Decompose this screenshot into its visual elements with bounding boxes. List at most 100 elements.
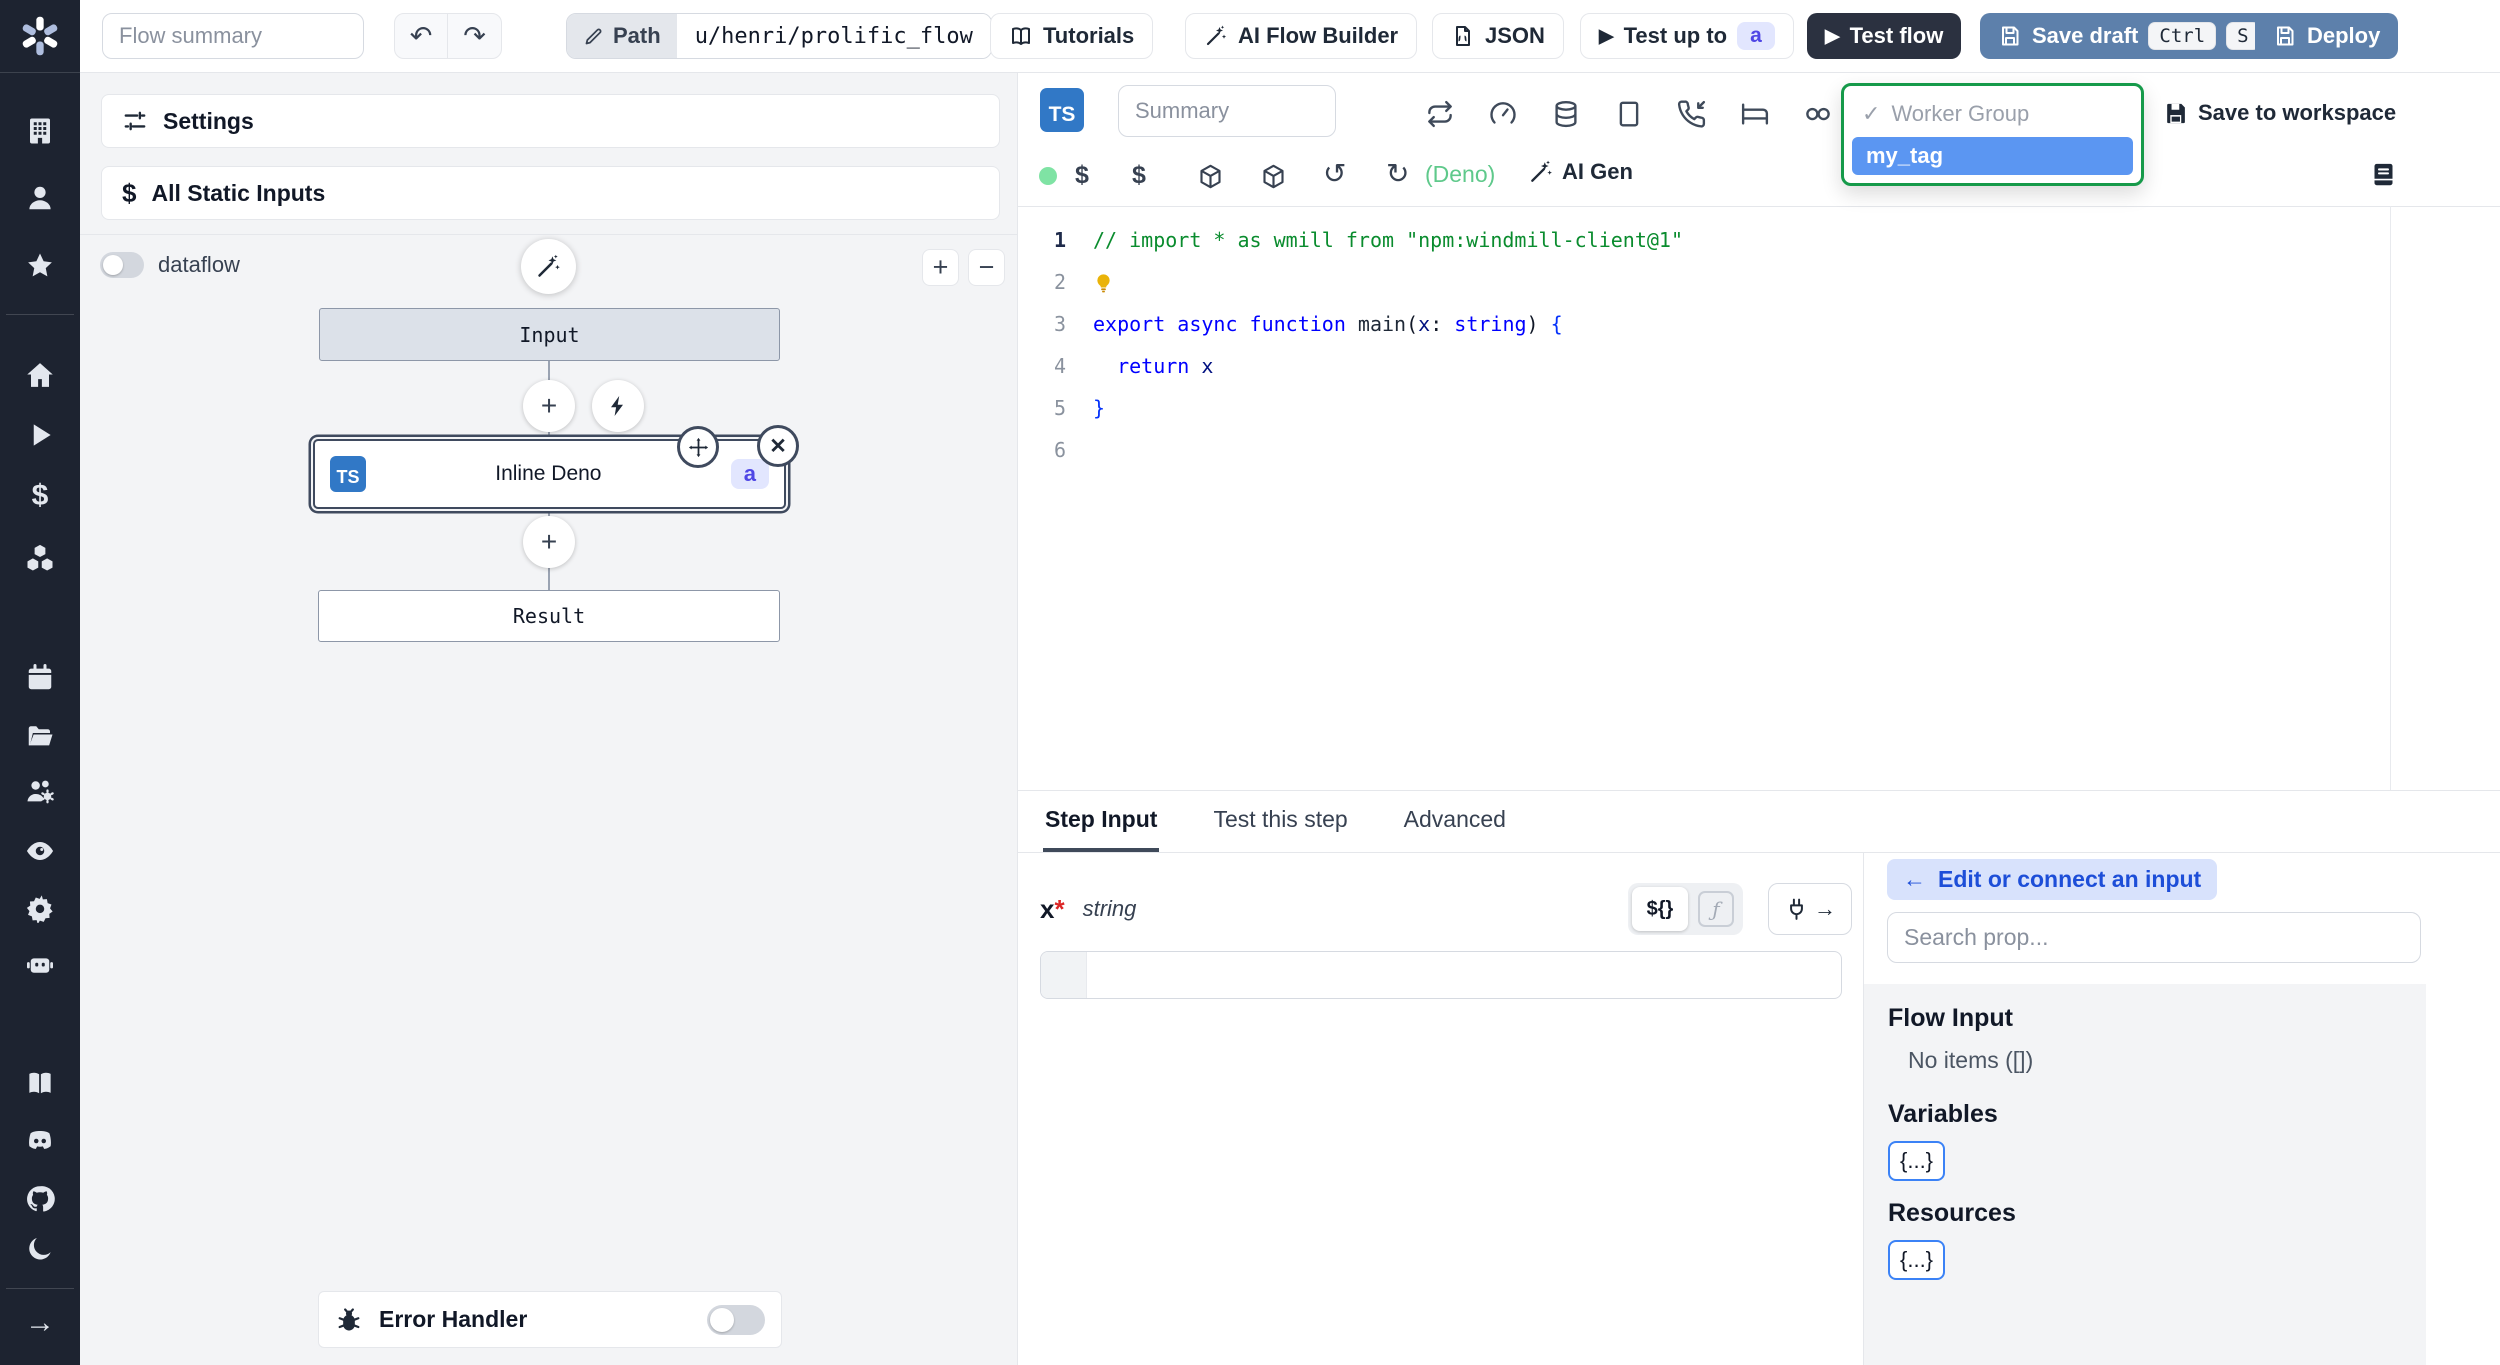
no-items-text: No items ([]) <box>1908 1047 2034 1073</box>
book-icon <box>29 1072 51 1094</box>
path-edit-button[interactable]: Path <box>567 14 677 58</box>
play-icon: ▶ <box>1599 25 1614 47</box>
sidebar-item-groups[interactable] <box>0 777 80 807</box>
flow-summary-input[interactable] <box>102 13 364 59</box>
add-trigger-button[interactable] <box>592 380 644 432</box>
add-step-button[interactable]: + <box>523 516 575 568</box>
connect-input-button[interactable]: → <box>1768 883 1852 935</box>
windmill-logo-icon <box>22 16 58 56</box>
resources-object-chip[interactable]: {...} <box>1888 1240 1946 1280</box>
sidebar-item-variables[interactable]: $ <box>0 481 80 511</box>
resources-heading: Resources <box>1888 1199 2016 1227</box>
check-icon: ✓ <box>1862 101 1881 126</box>
star-icon <box>28 253 52 277</box>
redo-button[interactable]: ↷ <box>448 14 501 58</box>
save-draft-button[interactable]: Save draft Ctrl S <box>1980 13 2278 59</box>
undo-button[interactable]: ↶ <box>395 14 448 58</box>
ai-assistant-button[interactable] <box>521 239 576 294</box>
typescript-badge: TS <box>330 456 366 492</box>
magic-wand-icon <box>1531 160 1552 182</box>
reset-code-button[interactable]: ↺ <box>1323 157 1346 190</box>
test-up-to-button[interactable]: ▶ Test up to a <box>1580 13 1794 59</box>
sidebar-item-dark-mode[interactable] <box>0 1234 80 1264</box>
path-group: Path u/henri/prolific_flow <box>566 13 992 59</box>
script-library-button[interactable] <box>2370 161 2397 194</box>
sidebar-item-audit-logs[interactable] <box>0 836 80 866</box>
worker-group-selected-option[interactable]: my_tag <box>1852 137 2133 175</box>
error-handler-toggle[interactable] <box>707 1304 765 1335</box>
mock-button[interactable] <box>1614 99 1644 129</box>
robot-icon <box>27 958 53 973</box>
argument-value-input[interactable] <box>1040 951 1842 999</box>
flow-node-input[interactable]: Input <box>319 308 780 361</box>
zoom-in-button[interactable]: + <box>922 249 959 286</box>
ai-gen-button[interactable]: AI Gen <box>1528 159 1633 185</box>
suspend-button[interactable] <box>1677 99 1707 129</box>
sidebar-item-runs[interactable] <box>0 420 80 450</box>
sidebar-collapse-button[interactable]: → <box>0 1308 80 1338</box>
early-stop-button[interactable] <box>1488 99 1518 129</box>
flow-input-heading: Flow Input <box>1888 1004 2013 1032</box>
props-panel: ← Edit or connect an input Flow Input No… <box>1864 853 2500 1365</box>
package-button[interactable] <box>1197 163 1224 196</box>
tab-advanced[interactable]: Advanced <box>1402 791 1508 852</box>
retries-button[interactable] <box>1425 99 1455 129</box>
sidebar-item-settings[interactable] <box>0 893 80 923</box>
reload-button[interactable]: ↻ <box>1386 157 1409 190</box>
repeat-icon <box>1428 100 1452 128</box>
delete-step-button[interactable]: ✕ <box>757 425 799 467</box>
save-to-workspace-button[interactable]: Save to workspace <box>2163 100 2396 126</box>
save-icon <box>2002 26 2019 46</box>
sidebar-item-ai[interactable] <box>0 949 80 979</box>
sidebar-item-home[interactable] <box>0 360 80 390</box>
step-summary-input[interactable] <box>1118 85 1336 137</box>
code-editor[interactable]: 123456 // import * as wmill from "npm:wi… <box>1018 206 2500 790</box>
add-step-button[interactable]: + <box>523 380 575 432</box>
tab-test-this-step[interactable]: Test this step <box>1211 791 1349 852</box>
sleep-button[interactable] <box>1740 99 1770 129</box>
worker-group-option[interactable]: ✓ Worker Group <box>1852 94 2133 134</box>
javascript-mode-button[interactable]: ƒ <box>1698 891 1734 927</box>
zoom-out-button[interactable]: − <box>968 249 1005 286</box>
concurrency-button[interactable] <box>1803 99 1833 129</box>
lightbulb-icon[interactable] <box>1093 261 1114 303</box>
search-prop-input[interactable] <box>1887 912 2421 963</box>
sidebar-item-folders[interactable] <box>0 721 80 751</box>
flow-settings-button[interactable]: Settings <box>101 94 1000 148</box>
sidebar-item-workspace[interactable] <box>0 116 80 146</box>
double-circle-icon <box>1806 107 1830 121</box>
template-mode-button[interactable]: ${} <box>1632 887 1688 931</box>
ai-flow-builder-label: AI Flow Builder <box>1238 23 1399 48</box>
minus-icon: − <box>978 252 995 282</box>
sidebar-item-favorites[interactable] <box>0 251 80 281</box>
sidebar-item-docs[interactable] <box>0 1069 80 1099</box>
sidebar-item-github[interactable] <box>0 1184 80 1214</box>
flow-node-result[interactable]: Result <box>318 590 780 642</box>
ai-flow-builder-button[interactable]: AI Flow Builder <box>1185 13 1418 59</box>
json-button[interactable]: JSON <box>1432 13 1564 59</box>
editor-scrollbar[interactable] <box>2390 206 2391 790</box>
dollar-env-button[interactable]: $ <box>1075 161 1089 190</box>
sidebar-item-resources[interactable] <box>0 543 80 573</box>
cache-button[interactable] <box>1551 99 1581 129</box>
sidebar-item-user[interactable] <box>0 183 80 213</box>
required-asterisk: * <box>1054 893 1065 924</box>
sidebar-item-discord[interactable] <box>0 1126 80 1156</box>
variables-object-chip[interactable]: {...} <box>1888 1141 1946 1181</box>
tutorials-button[interactable]: Tutorials <box>990 13 1154 59</box>
windmill-logo[interactable] <box>0 0 80 73</box>
tab-step-input[interactable]: Step Input <box>1043 791 1160 852</box>
path-value[interactable]: u/henri/prolific_flow <box>676 14 991 58</box>
test-flow-button[interactable]: ▶ Test flow <box>1807 13 1962 59</box>
sidebar-item-schedules[interactable] <box>0 663 80 693</box>
move-step-handle[interactable] <box>677 426 719 468</box>
deno-node-label: Inline Deno <box>495 462 602 485</box>
dollar-var-button[interactable]: $ <box>1132 161 1146 190</box>
deploy-button[interactable]: Deploy <box>2255 13 2399 59</box>
building-icon <box>30 118 50 144</box>
dataflow-toggle[interactable] <box>100 252 144 278</box>
all-static-inputs-button[interactable]: $ All Static Inputs <box>101 166 1000 220</box>
magic-wand-icon <box>1206 25 1227 46</box>
edit-or-connect-button[interactable]: ← Edit or connect an input <box>1887 859 2218 900</box>
package-button[interactable] <box>1260 163 1287 196</box>
